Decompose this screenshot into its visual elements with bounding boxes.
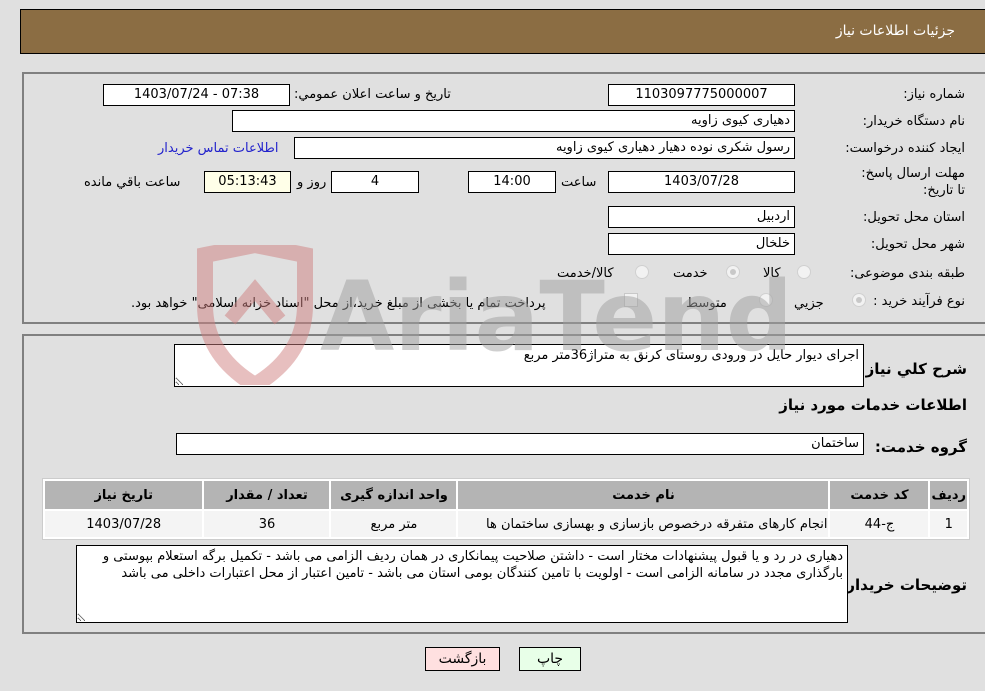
description-textarea[interactable] xyxy=(174,344,864,387)
cell-service-code: ج-44 xyxy=(830,511,929,537)
cell-row-number: 1 xyxy=(930,511,967,537)
print-button[interactable]: چاپ xyxy=(519,647,581,671)
cell-quantity: 36 xyxy=(204,511,330,537)
table-header-row: رديف کد خدمت نام خدمت واحد اندازه گيری ت… xyxy=(45,481,967,509)
col-header-need-date: تاريخ نياز xyxy=(45,481,203,509)
province-field: اردبیل xyxy=(608,206,795,228)
purchase-type-option-minor: جزيي xyxy=(794,296,824,311)
col-header-row-number: رديف xyxy=(930,481,967,509)
need-info-panel: شماره نیاز: 1103097775000007 تاریخ و ساع… xyxy=(22,72,985,324)
buyer-notes-textarea[interactable] xyxy=(76,545,848,623)
category-radio-service[interactable] xyxy=(726,265,740,279)
category-option-service: خدمت xyxy=(673,266,708,281)
col-header-service-name: نام خدمت xyxy=(458,481,829,509)
description-label: شرح کلي نياز: xyxy=(859,360,967,378)
need-details-panel: شرح کلي نياز: اطلاعات خدمات مورد نياز گر… xyxy=(22,334,985,634)
deadline-date-field: 1403/07/28 xyxy=(608,171,795,193)
purchase-type-radio-medium[interactable] xyxy=(759,293,773,307)
page-title: جزئیات اطلاعات نیاز xyxy=(835,23,955,39)
table-row: 1 ج-44 انجام کارهای متفرقه درخصوص بازساز… xyxy=(45,511,967,537)
treasury-checkbox[interactable] xyxy=(624,293,638,307)
buyer-org-label: نام دستگاه خريدار: xyxy=(862,114,965,129)
category-label: طبقه بندی موضوعی: xyxy=(849,266,965,281)
col-header-service-code: کد خدمت xyxy=(830,481,929,509)
col-header-unit: واحد اندازه گيری xyxy=(331,481,457,509)
province-label: استان محل تحويل: xyxy=(863,210,965,225)
category-radio-goods-service[interactable] xyxy=(635,265,649,279)
category-option-goods-service: کالا/خدمت xyxy=(557,266,614,281)
cell-service-name: انجام کارهای متفرقه درخصوص بازسازی و بهس… xyxy=(458,511,829,537)
purchase-type-option-medium: متوسط xyxy=(686,296,727,311)
requester-field: رسول شکری نوده دهیار دهیاری کیوی زاویه xyxy=(294,137,795,159)
back-button[interactable]: بازگشت xyxy=(425,647,500,671)
announce-datetime-label: تاریخ و ساعت اعلان عمومي: xyxy=(294,87,451,102)
time-remaining-field: 05:13:43 xyxy=(204,171,291,193)
category-option-goods: کالا xyxy=(763,266,781,281)
days-label: روز و xyxy=(297,175,327,190)
deadline-time-label: ساعت xyxy=(561,175,597,190)
time-remaining-label: ساعت باقي مانده xyxy=(84,175,181,190)
service-group-field: ساختمان xyxy=(176,433,864,455)
purchase-type-radio-minor[interactable] xyxy=(852,293,866,307)
service-group-label: گروه خدمت: xyxy=(874,438,967,456)
services-heading: اطلاعات خدمات مورد نياز xyxy=(779,396,967,414)
buyer-contact-link[interactable]: اطلاعات تماس خريدار xyxy=(158,141,278,156)
buyer-notes-label: توضيحات خريدار: xyxy=(840,576,967,594)
category-radio-goods[interactable] xyxy=(797,265,811,279)
need-number-label: شماره نیاز: xyxy=(903,87,965,102)
announce-datetime-field: 1403/07/24 - 07:38 xyxy=(103,84,290,106)
buyer-org-field: دهیاری کیوی زاویه xyxy=(232,110,795,132)
cell-need-date: 1403/07/28 xyxy=(45,511,203,537)
deadline-time-field: 14:00 xyxy=(468,171,556,193)
cell-unit: متر مربع xyxy=(331,511,457,537)
purchase-type-label: نوع فرآيند خريد : xyxy=(873,294,965,309)
requester-label: ايجاد کننده درخواست: xyxy=(845,141,965,156)
services-table: رديف کد خدمت نام خدمت واحد اندازه گيری ت… xyxy=(42,478,970,540)
col-header-quantity: تعداد / مقدار xyxy=(204,481,330,509)
city-label: شهر محل تحويل: xyxy=(870,237,965,252)
page-header: جزئیات اطلاعات نیاز xyxy=(20,9,985,54)
days-remaining-field: 4 xyxy=(331,171,419,193)
need-number-field: 1103097775000007 xyxy=(608,84,795,106)
deadline-label: مهلت ارسال پاسخ: تا تاريخ: xyxy=(861,166,965,198)
city-field: خلخال xyxy=(608,233,795,255)
treasury-note: پرداخت تمام يا بخشی از مبلغ خريد،از محل … xyxy=(131,296,546,311)
